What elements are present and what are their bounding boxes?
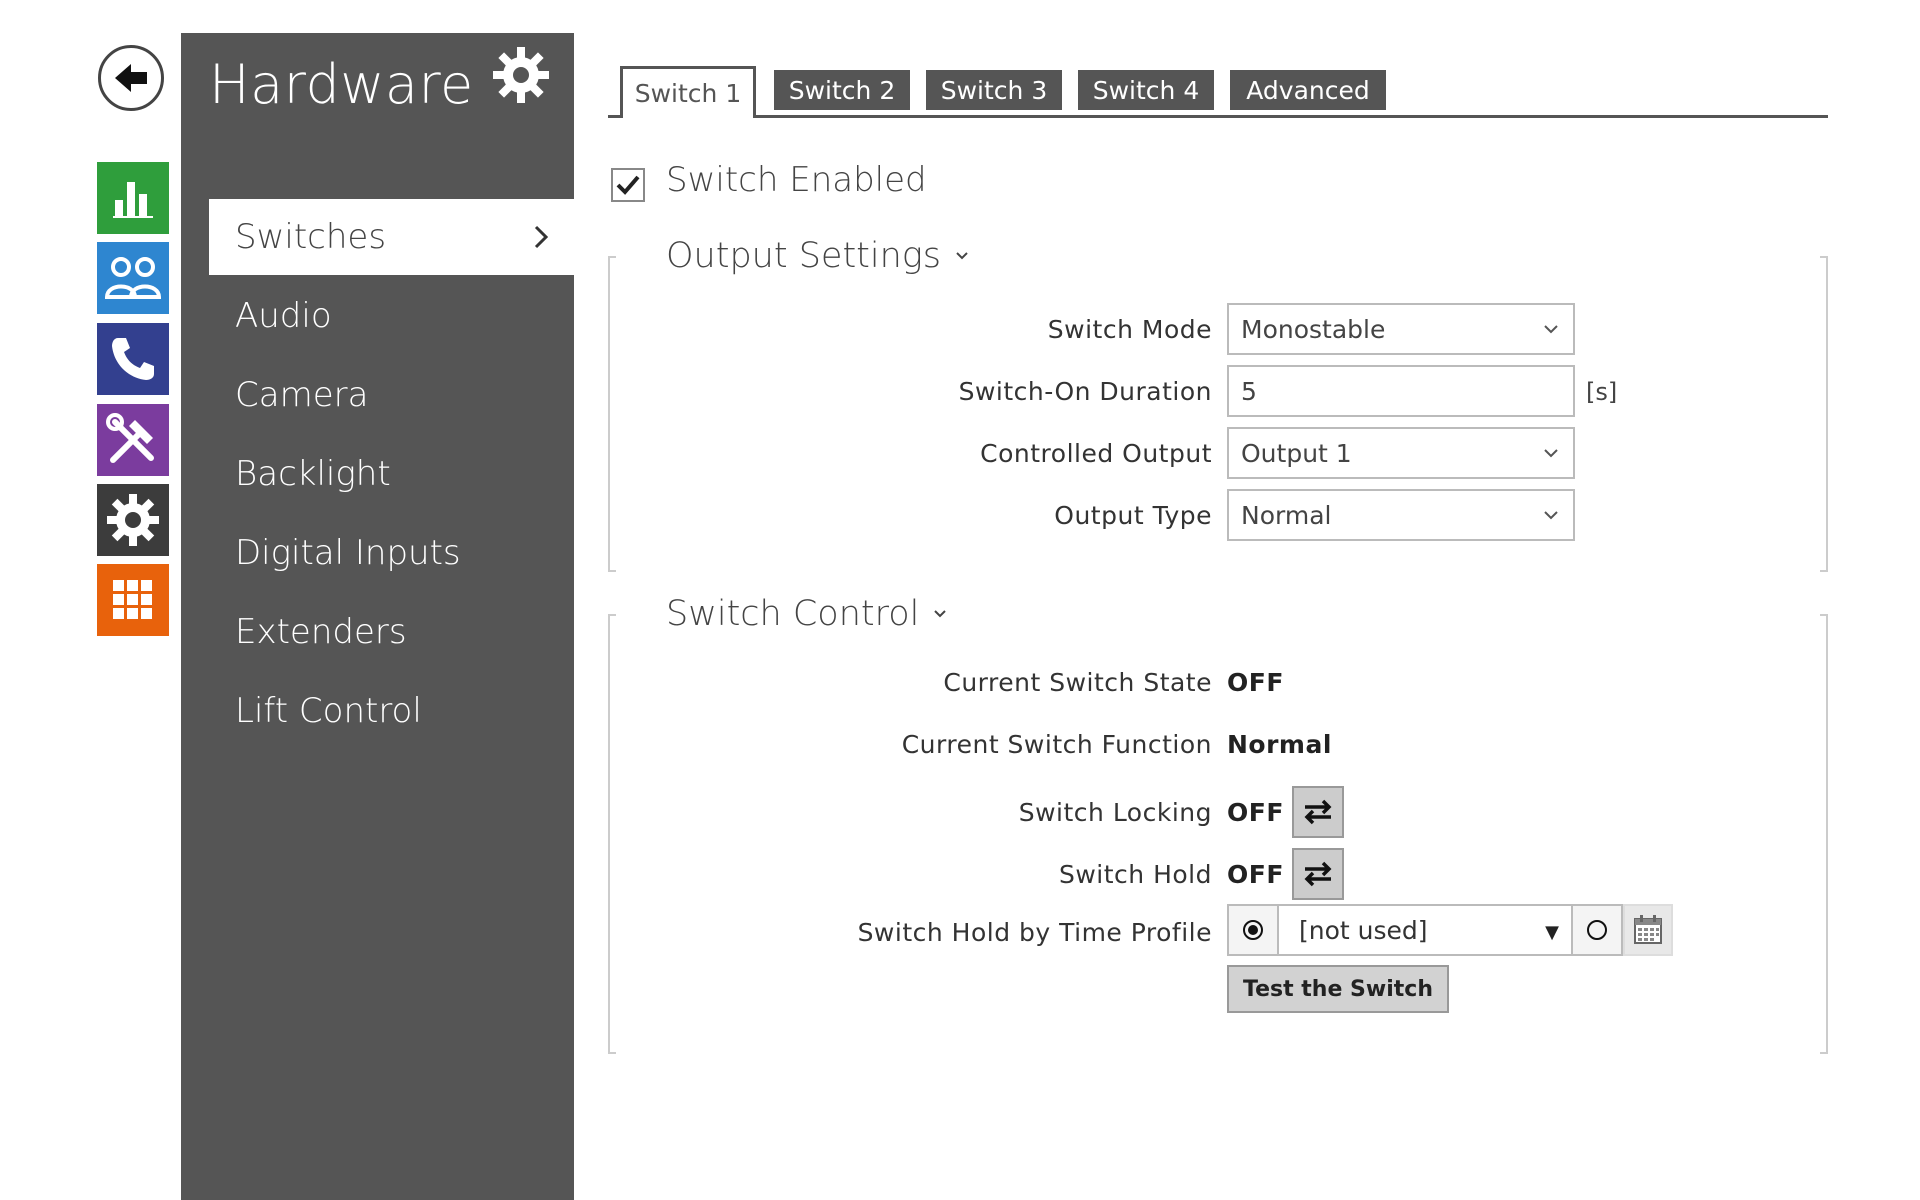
time-profile-select[interactable]: [not used] ▼ bbox=[1279, 904, 1571, 956]
chevron-down-icon bbox=[934, 610, 947, 618]
chevron-right-icon bbox=[534, 225, 549, 249]
switch-on-duration-label: Switch-On Duration bbox=[958, 377, 1212, 406]
rail-system[interactable] bbox=[97, 484, 169, 556]
sidebar-item-extenders[interactable]: Extenders bbox=[209, 594, 574, 670]
section-frame-left bbox=[608, 614, 616, 1054]
time-profile-radio-selected[interactable] bbox=[1227, 904, 1279, 956]
radio-checked-icon bbox=[1243, 920, 1263, 940]
tab-switch-2[interactable]: Switch 2 bbox=[774, 70, 910, 110]
output-type-value: Normal bbox=[1241, 500, 1332, 530]
section-frame-right bbox=[1820, 256, 1828, 572]
calendar-icon bbox=[1634, 915, 1662, 944]
current-switch-function-value: Normal bbox=[1227, 730, 1332, 759]
section-frame-left bbox=[608, 256, 616, 572]
chevron-down-icon bbox=[1544, 325, 1558, 334]
time-profile-value: [not used] bbox=[1299, 915, 1428, 945]
rail-directory[interactable] bbox=[97, 242, 169, 314]
switch-hold-label: Switch Hold bbox=[1058, 860, 1212, 889]
chevron-down-icon bbox=[1544, 511, 1558, 520]
current-switch-function-label: Current Switch Function bbox=[901, 730, 1212, 759]
dropdown-arrow-icon: ▼ bbox=[1545, 922, 1559, 943]
section-frame-right bbox=[1820, 614, 1828, 1054]
status-chart-icon bbox=[113, 182, 153, 218]
tab-bar: Switch 1 Switch 2 Switch 3 Switch 4 Adva… bbox=[608, 66, 1828, 118]
sidebar-item-audio[interactable]: Audio bbox=[209, 278, 574, 354]
sidebar-item-switches[interactable]: Switches bbox=[209, 199, 574, 275]
output-type-label: Output Type bbox=[1054, 501, 1212, 530]
chevron-down-icon bbox=[956, 252, 968, 260]
test-switch-button[interactable]: Test the Switch bbox=[1227, 965, 1449, 1013]
swap-arrows-icon bbox=[1304, 799, 1332, 825]
current-switch-state-value: OFF bbox=[1227, 668, 1284, 697]
switch-enabled-checkbox[interactable] bbox=[611, 168, 645, 202]
rail-apps[interactable] bbox=[97, 564, 169, 636]
section-title: Switch Control bbox=[666, 594, 920, 634]
controlled-output-value: Output 1 bbox=[1241, 438, 1352, 468]
apps-grid-icon bbox=[113, 580, 152, 619]
tab-switch-1[interactable]: Switch 1 bbox=[620, 66, 756, 118]
sidebar-item-label: Camera bbox=[235, 375, 369, 415]
back-button[interactable] bbox=[98, 45, 164, 111]
radio-unchecked-icon bbox=[1587, 920, 1607, 940]
sidebar-item-label: Switches bbox=[235, 217, 387, 257]
checkmark-icon bbox=[616, 175, 640, 195]
current-switch-state-label: Current Switch State bbox=[943, 668, 1212, 697]
tab-switch-4[interactable]: Switch 4 bbox=[1078, 70, 1214, 110]
time-profile-radio-unselected[interactable] bbox=[1571, 904, 1623, 956]
sidebar-menu: Switches Audio Camera Backlight Digital … bbox=[209, 199, 574, 752]
tab-switch-3[interactable]: Switch 3 bbox=[926, 70, 1062, 110]
sidebar-item-label: Audio bbox=[235, 296, 332, 336]
sidebar: Hardware Switches Audio Camera Backlight… bbox=[181, 33, 574, 1200]
duration-unit: [s] bbox=[1586, 378, 1618, 406]
sidebar-item-lift-control[interactable]: Lift Control bbox=[209, 673, 574, 749]
rail-status[interactable] bbox=[97, 162, 169, 234]
switch-locking-toggle-button[interactable] bbox=[1292, 786, 1344, 838]
arrow-left-icon bbox=[115, 64, 147, 92]
switch-on-duration-value: 5 bbox=[1241, 376, 1257, 406]
section-title: Output Settings bbox=[666, 236, 942, 276]
swap-arrows-icon bbox=[1304, 861, 1332, 887]
sidebar-item-label: Digital Inputs bbox=[235, 533, 461, 573]
switch-on-duration-input[interactable]: 5 bbox=[1227, 365, 1575, 417]
rail-services[interactable] bbox=[97, 404, 169, 476]
switch-mode-value: Monostable bbox=[1241, 314, 1386, 344]
sidebar-item-digital-inputs[interactable]: Digital Inputs bbox=[209, 515, 574, 591]
sidebar-item-label: Extenders bbox=[235, 612, 407, 652]
sidebar-item-label: Lift Control bbox=[235, 691, 422, 731]
switch-mode-label: Switch Mode bbox=[1047, 315, 1212, 344]
rail-calls[interactable] bbox=[97, 323, 169, 395]
output-settings-header[interactable]: Output Settings bbox=[666, 236, 969, 276]
chevron-down-icon bbox=[1544, 449, 1558, 458]
switch-locking-label: Switch Locking bbox=[1018, 798, 1212, 827]
tab-advanced[interactable]: Advanced bbox=[1230, 70, 1386, 110]
phone-icon bbox=[112, 338, 154, 380]
switch-mode-select[interactable]: Monostable bbox=[1227, 303, 1575, 355]
gear-icon[interactable] bbox=[491, 45, 551, 105]
sidebar-item-camera[interactable]: Camera bbox=[209, 357, 574, 433]
output-type-select[interactable]: Normal bbox=[1227, 489, 1575, 541]
switch-locking-value: OFF bbox=[1227, 798, 1284, 827]
sidebar-item-backlight[interactable]: Backlight bbox=[209, 436, 574, 512]
settings-gear-icon bbox=[107, 494, 159, 546]
sidebar-title: Hardware bbox=[209, 53, 474, 116]
switch-enabled-label: Switch Enabled bbox=[666, 160, 927, 200]
directory-users-icon bbox=[104, 257, 162, 299]
switch-hold-toggle-button[interactable] bbox=[1292, 848, 1344, 900]
controlled-output-label: Controlled Output bbox=[980, 439, 1212, 468]
switch-hold-time-profile-label: Switch Hold by Time Profile bbox=[857, 918, 1212, 947]
calendar-button[interactable] bbox=[1623, 904, 1673, 956]
controlled-output-select[interactable]: Output 1 bbox=[1227, 427, 1575, 479]
sidebar-item-label: Backlight bbox=[235, 454, 391, 494]
switch-hold-value: OFF bbox=[1227, 860, 1284, 889]
tools-icon bbox=[106, 413, 154, 463]
switch-control-header[interactable]: Switch Control bbox=[666, 594, 947, 634]
